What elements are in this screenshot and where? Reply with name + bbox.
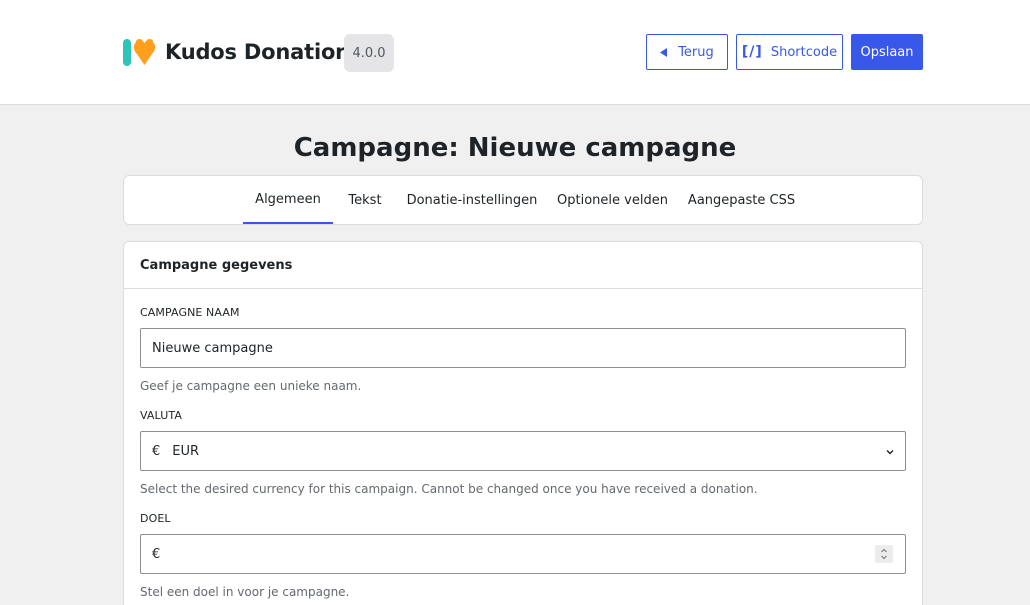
currency-select[interactable]: € EUR: [140, 431, 906, 471]
goal-help: Stel een doel in voor je campagne.: [140, 585, 350, 599]
campaign-name-value: Nieuwe campagne: [152, 340, 273, 356]
section-title: Campagne gegevens: [124, 242, 922, 289]
campaign-details-card: Campagne gegevens CAMPAGNE NAAM Nieuwe c…: [123, 241, 923, 605]
goal-input[interactable]: €: [140, 534, 906, 574]
app-name: Kudos Donations: [165, 40, 363, 64]
tab-donatie-instellingen[interactable]: Donatie-instellingen: [405, 176, 539, 224]
campaign-name-input[interactable]: Nieuwe campagne: [140, 328, 906, 368]
logo: Kudos Donations: [123, 37, 362, 67]
kudos-logo-icon: [123, 37, 157, 67]
shortcode-button-label: Shortcode: [770, 44, 838, 60]
campaign-name-help: Geef je campagne een unieke naam.: [140, 379, 362, 393]
tab-aangepaste-css[interactable]: Aangepaste CSS: [686, 176, 797, 224]
tab-tekst[interactable]: Tekst: [337, 176, 393, 224]
tab-bar: Algemeen Tekst Donatie-instellingen Opti…: [123, 175, 923, 225]
save-button[interactable]: Opslaan: [851, 34, 923, 70]
shortcode-icon: [/]: [741, 44, 763, 60]
tab-optionele-velden[interactable]: Optionele velden: [554, 176, 671, 224]
back-button[interactable]: Terug: [646, 34, 728, 70]
currency-help: Select the desired currency for this cam…: [140, 482, 758, 496]
currency-value: EUR: [172, 443, 200, 459]
shortcode-button[interactable]: [/] Shortcode: [736, 34, 843, 70]
page-title: Campagne: Nieuwe campagne: [293, 133, 737, 163]
chevron-down-icon: [885, 446, 895, 461]
back-button-label: Terug: [678, 44, 714, 60]
goal-label: DOEL: [140, 512, 171, 525]
tab-algemeen[interactable]: Algemeen: [243, 176, 333, 224]
goal-currency-symbol: €: [152, 546, 161, 562]
currency-label: VALUTA: [140, 409, 182, 422]
version-badge: 4.0.0: [344, 34, 394, 72]
spinner-icon[interactable]: [875, 545, 893, 563]
caret-left-icon: [660, 47, 668, 57]
campaign-name-label: CAMPAGNE NAAM: [140, 306, 240, 319]
app-header: Kudos Donations 4.0.0 Terug [/] Shortcod…: [0, 0, 1030, 105]
currency-symbol: €: [152, 443, 161, 459]
